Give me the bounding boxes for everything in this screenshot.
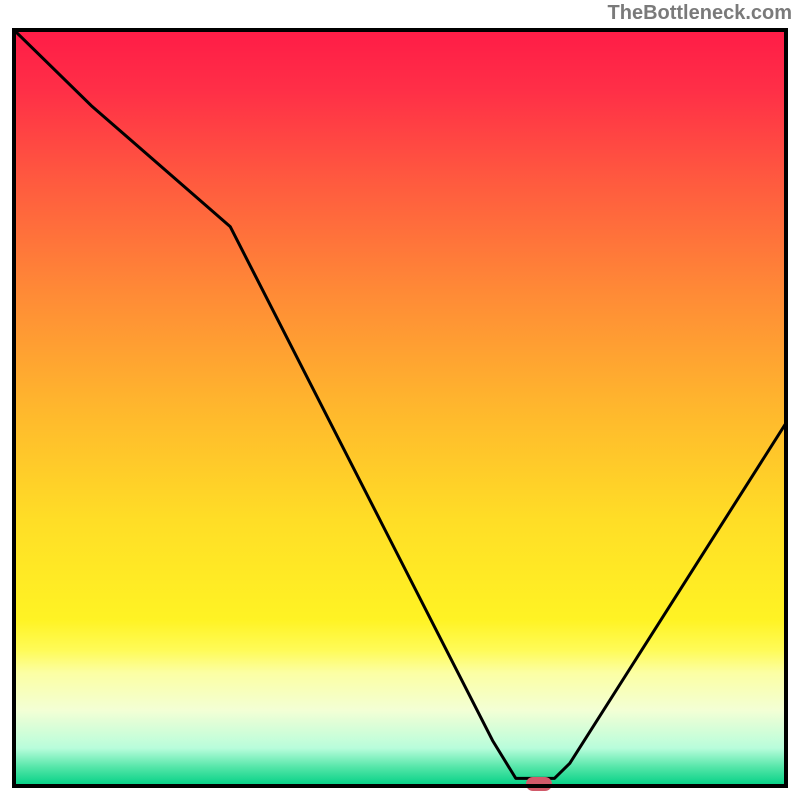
chart-container: TheBottleneck.com: [0, 0, 800, 800]
plot-area: [14, 30, 786, 791]
gradient-background: [14, 30, 786, 786]
bottleneck-chart: [0, 0, 800, 800]
